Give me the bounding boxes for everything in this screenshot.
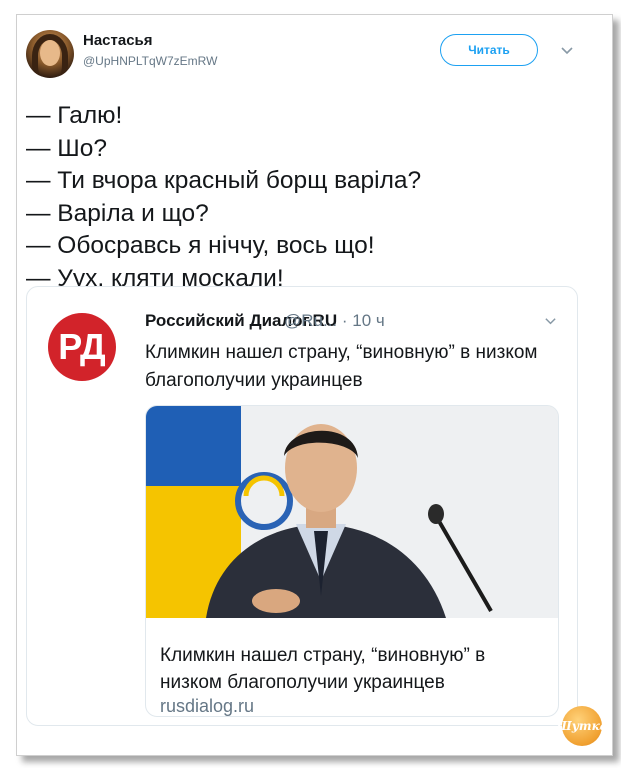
- link-title[interactable]: Климкин нашел страну, “виновную” в низко…: [160, 642, 550, 696]
- tweet-text: — Галю! — Шо? — Ти вчора красный борщ ва…: [26, 100, 586, 295]
- article-photo: [146, 406, 558, 618]
- tweet-line: — Варіла и що?: [26, 199, 209, 227]
- avatar[interactable]: [26, 30, 74, 78]
- chevron-down-icon[interactable]: [560, 44, 574, 58]
- tweet-line: — Ти вчора красный борщ варіла?: [26, 167, 422, 194]
- quoted-meta[interactable]: @Ru... · 10 ч: [284, 311, 385, 331]
- quoted-tweet[interactable]: РД Российский Диалог.RU @Ru... · 10 ч Кл…: [26, 286, 578, 726]
- quoted-text: Климкин нашел страну, “виновную” в низко…: [145, 342, 538, 391]
- tweet-line: — Обосравсь я ніччу, вось що!: [26, 232, 375, 259]
- follow-button[interactable]: Читать: [440, 34, 538, 66]
- link-domain[interactable]: rusdialog.ru: [160, 696, 254, 716]
- tweet-line: — Шо?: [26, 134, 108, 162]
- tweet-line: — Галю!: [26, 102, 123, 129]
- author-name[interactable]: Настасья: [83, 32, 153, 49]
- author-handle[interactable]: @UpHNPLTqW7zEmRW: [83, 54, 217, 68]
- quoted-chevron-down-icon[interactable]: [544, 315, 557, 331]
- link-preview-card[interactable]: Климкин нашел страну, “виновную” в низко…: [145, 405, 559, 717]
- avatar-face: [40, 40, 60, 66]
- logo-text: РД: [58, 326, 105, 367]
- rusdialog-logo-icon: РД: [48, 313, 116, 381]
- watermark-logo: Шутка: [557, 706, 608, 746]
